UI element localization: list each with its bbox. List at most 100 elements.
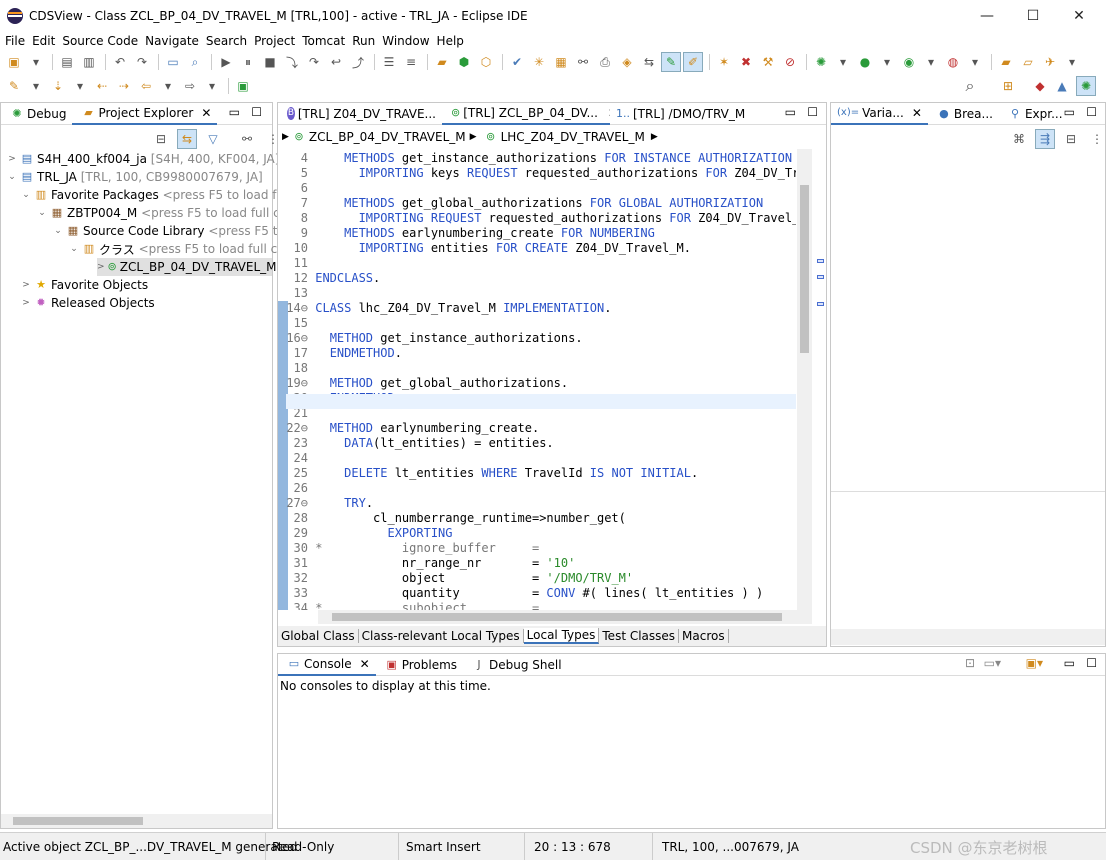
breadcrumb-local-class[interactable]: LHC_Z04_DV_TRAVEL_M xyxy=(501,130,645,144)
step-return-icon[interactable]: ↩ xyxy=(326,52,346,72)
tab-breakpoints[interactable]: ● Brea... xyxy=(928,103,999,125)
java-perspective-icon[interactable]: ▲ xyxy=(1052,76,1072,96)
code-line[interactable]: 31 nr_range_nr = '10' xyxy=(282,556,796,571)
activate-all-icon[interactable]: ⬡ xyxy=(476,52,496,72)
maximize-button[interactable]: ☐ xyxy=(1010,0,1056,32)
tab-console[interactable]: ▭ Console ✕ xyxy=(278,653,376,676)
open-folder-icon[interactable]: ▰ xyxy=(432,52,452,72)
coverage-icon[interactable]: ◉ xyxy=(899,52,919,72)
quick-access-icon[interactable]: ✈ xyxy=(1040,52,1060,72)
code-line[interactable]: 34 * subobject = xyxy=(282,601,796,610)
minimize-button[interactable]: — xyxy=(964,0,1010,32)
tree-item-favorite-objects[interactable]: > ★ Favorite Objects xyxy=(1,276,148,294)
code-line[interactable]: 11 xyxy=(282,256,796,271)
coverage-dropdown-icon[interactable]: ▾ xyxy=(921,52,941,72)
step-into-icon[interactable]: ⤵ xyxy=(282,52,302,72)
tab-debug[interactable]: ✺ Debug xyxy=(1,103,72,125)
collapse-icon[interactable]: ⌄ xyxy=(69,244,79,254)
tab-local-types[interactable]: Local Types xyxy=(523,628,600,644)
sun-icon[interactable]: ✳ xyxy=(529,52,549,72)
tab-problems[interactable]: ▣ Problems xyxy=(376,654,463,676)
tab-class-relevant-local-types[interactable]: Class-relevant Local Types xyxy=(359,629,524,643)
menu-navigate[interactable]: Navigate xyxy=(145,34,199,48)
collapse-all-icon[interactable]: ⊟ xyxy=(151,129,171,149)
tab-behavior-definition[interactable]: B [TRL] Z04_DV_TRAVE... xyxy=(278,103,442,125)
tree-item-zbtp004[interactable]: ⌄ ▦ ZBTP004_M <press F5 to load full cont xyxy=(1,204,299,222)
search-icon[interactable]: ⌕ xyxy=(960,76,980,96)
run-dropdown-icon[interactable]: ▾ xyxy=(877,52,897,72)
expand-icon[interactable]: > xyxy=(7,154,17,164)
show-type-icon[interactable]: ⌘ xyxy=(1009,129,1029,149)
code-line[interactable]: 16⊖ METHOD get_instance_authorizations. xyxy=(282,331,796,346)
run-icon[interactable]: ● xyxy=(855,52,875,72)
tool-icon[interactable]: ⚒ xyxy=(758,52,778,72)
search-toolbar-icon[interactable]: ⌕ xyxy=(185,52,205,72)
code-line[interactable]: 14⊖ CLASS lhc_Z04_DV_Travel_M IMPLEMENTA… xyxy=(282,301,796,316)
resume-icon[interactable]: ▶ xyxy=(216,52,236,72)
expand-icon[interactable]: > xyxy=(21,298,31,308)
editor-vertical-scrollbar[interactable] xyxy=(797,149,812,610)
code-line[interactable]: 15 xyxy=(282,316,796,331)
skip-icon[interactable]: ⊘ xyxy=(780,52,800,72)
code-line[interactable]: 18 xyxy=(282,361,796,376)
code-line[interactable]: 24 xyxy=(282,451,796,466)
maximize-right-icon[interactable]: ☐ xyxy=(1086,105,1097,119)
menu-project[interactable]: Project xyxy=(254,34,295,48)
brush-icon[interactable]: ✐ xyxy=(683,52,703,72)
code-line[interactable]: 10 IMPORTING entities FOR CREATE Z04_DV_… xyxy=(282,241,796,256)
code-line[interactable]: 33 quantity = CONV #( lines( lt_entities… xyxy=(282,586,796,601)
variable-detail-pane[interactable] xyxy=(831,492,1105,629)
tab-global-class[interactable]: Global Class xyxy=(278,629,359,643)
maximize-panel-icon[interactable]: ☐ xyxy=(251,105,262,119)
menu-tomcat[interactable]: Tomcat xyxy=(302,34,345,48)
menu-search[interactable]: Search xyxy=(206,34,247,48)
next-dropdown-icon[interactable]: ▾ xyxy=(70,76,90,96)
debug-perspective-icon[interactable]: ✺ xyxy=(1076,76,1096,96)
collapse-icon[interactable]: ⌄ xyxy=(53,226,63,236)
menu-window[interactable]: Window xyxy=(382,34,429,48)
dropdown-icon[interactable]: ▾ xyxy=(26,52,46,72)
transport-icon[interactable]: ▦ xyxy=(551,52,571,72)
back-dropdown-icon[interactable]: ▾ xyxy=(158,76,178,96)
annotation-dropdown-icon[interactable]: ▾ xyxy=(26,76,46,96)
debug-dropdown-icon[interactable]: ▾ xyxy=(833,52,853,72)
tree-item-favorite-packages[interactable]: ⌄ ▥ Favorite Packages <press F5 to load fu… xyxy=(1,186,301,204)
structure-icon[interactable]: ⚯ xyxy=(573,52,593,72)
group-icon[interactable]: ⚯ xyxy=(237,129,257,149)
display-console-icon[interactable]: ▭▾ xyxy=(984,656,1001,670)
close-tab-icon[interactable]: ✕ xyxy=(912,106,922,120)
code-line[interactable]: 25 DELETE lt_entities WHERE TravelId IS … xyxy=(282,466,796,481)
code-area[interactable]: 4 METHODS get_instance_authorizations FO… xyxy=(282,151,796,610)
quick-dropdown-icon[interactable]: ▾ xyxy=(1062,52,1082,72)
tab-test-classes[interactable]: Test Classes xyxy=(599,629,680,643)
pin-console-icon[interactable]: ⊡ xyxy=(965,656,975,670)
show-logical-icon[interactable]: ⇶ xyxy=(1035,129,1055,149)
code-line[interactable]: 29 EXPORTING xyxy=(282,526,796,541)
next-edit-icon[interactable]: ⇢ xyxy=(114,76,134,96)
tab-expressions[interactable]: ⚲ Expr... xyxy=(999,103,1069,125)
next-annotation-icon[interactable]: ⇣ xyxy=(48,76,68,96)
step-over-icon[interactable]: ↷ xyxy=(304,52,324,72)
expand-icon[interactable]: > xyxy=(21,280,31,290)
back-icon[interactable]: ⇦ xyxy=(136,76,156,96)
close-tab-icon[interactable]: ✕ xyxy=(360,657,370,671)
save-icon[interactable]: ▤ xyxy=(57,52,77,72)
perspective-icon[interactable]: ⊞ xyxy=(998,76,1018,96)
minimize-panel-icon[interactable]: ▭ xyxy=(229,105,240,119)
tab-project-explorer[interactable]: ▰ Project Explorer ✕ xyxy=(72,102,218,125)
print-icon[interactable]: ⎙ xyxy=(595,52,615,72)
code-line[interactable]: 32 object = '/DMO/TRV_M' xyxy=(282,571,796,586)
minimize-console-icon[interactable]: ▭ xyxy=(1064,656,1075,670)
collapse-icon[interactable]: ⌄ xyxy=(21,190,31,200)
menu-edit[interactable]: Edit xyxy=(32,34,55,48)
object-icon[interactable]: ◈ xyxy=(617,52,637,72)
drop-frame-icon[interactable]: ⤴ xyxy=(348,52,368,72)
menu-run[interactable]: Run xyxy=(352,34,375,48)
tab-class[interactable]: ⊚[TRL] ZCL_BP_04_DV...✕ xyxy=(442,102,610,125)
code-line[interactable]: 17 ENDMETHOD. xyxy=(282,346,796,361)
pin-icon[interactable]: ✎ xyxy=(661,52,681,72)
close-button[interactable]: ✕ xyxy=(1056,0,1102,32)
code-line[interactable]: 13 xyxy=(282,286,796,301)
close-tab-icon[interactable]: ✕ xyxy=(201,106,211,120)
abap-perspective-icon[interactable]: ◆ xyxy=(1030,76,1050,96)
